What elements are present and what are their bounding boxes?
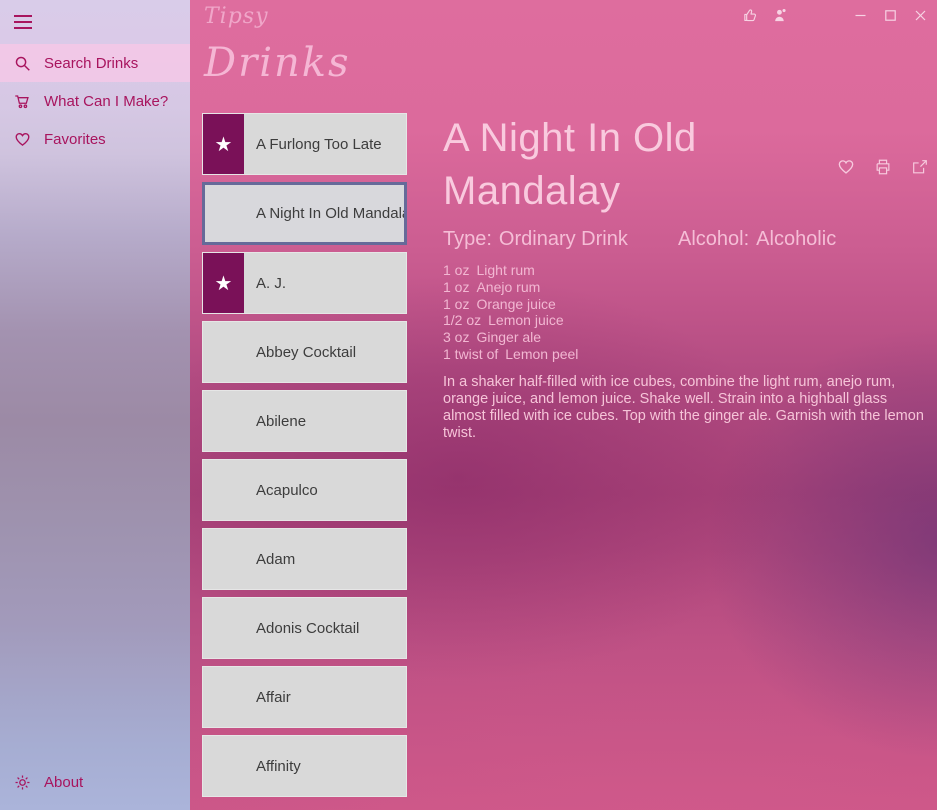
ingredient-row: 1/2 oz Lemon juice (443, 312, 925, 329)
ingredient-measure: 1 oz (443, 278, 470, 295)
account-icon[interactable] (765, 0, 795, 30)
drink-list-item[interactable]: Affinity (202, 735, 407, 797)
ingredient-measure: 1 oz (443, 262, 470, 278)
app-title: Tipsy (204, 4, 269, 29)
drink-name: Affair (256, 688, 291, 706)
drink-name: Abilene (256, 412, 307, 430)
main-content: Tipsy Drinks ★ A Furlong Too Late A Nigh… (190, 0, 937, 810)
sidebar-item-label: Search Drinks (44, 54, 139, 72)
ingredient-name: Ginger ale (476, 329, 542, 346)
sidebar-item-about[interactable]: About (0, 762, 190, 802)
sidebar-item-search-drinks[interactable]: Search Drinks (0, 44, 190, 82)
drink-list-item[interactable]: Adonis Cocktail (202, 597, 407, 659)
ingredient-measure: 1 oz (443, 295, 470, 312)
share-icon[interactable] (911, 158, 929, 176)
drink-detail: A Night In Old Mandalay Type: Ordinary D… (443, 112, 927, 442)
heart-icon (14, 131, 31, 148)
search-icon (14, 55, 31, 72)
titlebar-buttons (735, 0, 935, 30)
drink-list: ★ A Furlong Too Late A Night In Old Mand… (202, 113, 407, 804)
alcohol-label: Alcohol: (678, 228, 750, 250)
ingredient-measure: 1 twist of (443, 345, 499, 362)
ingredient-name: Lemon peel (505, 345, 579, 362)
print-icon[interactable] (874, 158, 892, 176)
drink-list-item[interactable]: Acapulco (202, 459, 407, 521)
minimize-button[interactable] (845, 0, 875, 30)
ingredient-row: 1 oz Orange juice (443, 296, 925, 313)
drink-name: Acapulco (256, 481, 318, 499)
drink-list-item[interactable]: Affair (202, 666, 407, 728)
drink-name: Affinity (256, 757, 301, 775)
nav-sidebar: Search Drinks What Can I Make? Favorites… (0, 0, 190, 810)
ingredient-name: Lemon juice (488, 312, 564, 329)
feedback-icon[interactable] (735, 0, 765, 30)
titlebar-app-icons (735, 0, 795, 30)
ingredient-name: Orange juice (476, 295, 556, 312)
type-label: Type: (443, 228, 492, 250)
maximize-button[interactable] (875, 0, 905, 30)
drink-actions (837, 158, 929, 176)
drink-list-item[interactable]: ★ A. J. (202, 252, 407, 314)
ingredient-name: Light rum (476, 262, 535, 278)
drink-list-item[interactable]: Adam (202, 528, 407, 590)
drink-name: Adonis Cocktail (256, 619, 360, 637)
tipsy-app-window: Search Drinks What Can I Make? Favorites… (0, 0, 937, 810)
drink-list-item[interactable]: Abilene (202, 390, 407, 452)
drink-list-item[interactable]: ★ A Furlong Too Late (202, 113, 407, 175)
drink-title: A Night In Old Mandalay (443, 116, 697, 213)
titlebar: Tipsy (190, 0, 937, 30)
ingredient-row: 1 oz Anejo rum (443, 279, 925, 296)
favorite-heart-icon[interactable] (837, 158, 855, 176)
page-title: Drinks (204, 40, 351, 86)
ingredient-row: 1 oz Light rum (443, 262, 925, 279)
sidebar-item-label: What Can I Make? (44, 92, 169, 110)
hamburger-menu-button[interactable] (0, 0, 190, 44)
drink-list-item[interactable]: Abbey Cocktail (202, 321, 407, 383)
drink-name: A Night In Old Mandala (256, 205, 404, 222)
type-value: Ordinary Drink (498, 228, 628, 250)
close-button[interactable] (905, 0, 935, 30)
ingredient-row: 1 twist of Lemon peel (443, 346, 925, 363)
favorite-star-icon: ★ (203, 253, 244, 313)
cart-icon (14, 93, 31, 110)
drink-name: Adam (256, 550, 296, 568)
sidebar-item-what-can-i-make[interactable]: What Can I Make? (0, 82, 190, 120)
hamburger-icon (14, 15, 32, 29)
sidebar-nav: Search Drinks What Can I Make? Favorites (0, 44, 190, 158)
favorite-star-icon: ★ (203, 114, 244, 174)
alcohol-value: Alcoholic (756, 228, 837, 250)
gear-icon (14, 774, 31, 791)
sidebar-item-label: Favorites (44, 130, 106, 148)
ingredient-name: Anejo rum (476, 278, 541, 295)
ingredient-measure: 1/2 oz (443, 312, 482, 329)
drink-name: Abbey Cocktail (256, 343, 357, 361)
drink-list-item[interactable]: A Night In Old Mandala (202, 182, 407, 245)
ingredient-list: 1 oz Light rum 1 oz Anejo rum 1 oz Orange j… (443, 262, 925, 363)
drink-meta: Type: Ordinary Drink Alcohol: Alcoholic (443, 228, 925, 251)
sidebar-item-favorites[interactable]: Favorites (0, 120, 190, 158)
ingredient-row: 3 oz Ginger ale (443, 329, 925, 346)
instructions-text: In a shaker half-filled with ice cubes, … (443, 373, 924, 441)
sidebar-item-label: About (44, 773, 84, 791)
ingredient-measure: 3 oz (443, 329, 470, 346)
